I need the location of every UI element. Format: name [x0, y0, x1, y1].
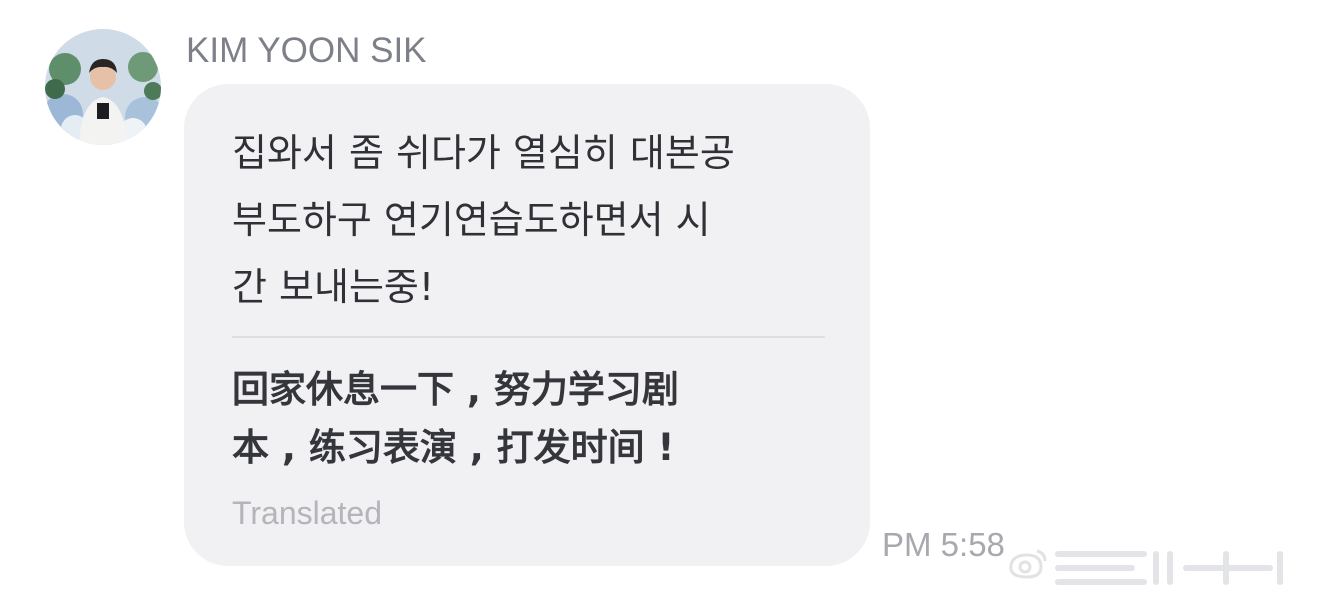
avatar-photo-icon	[45, 29, 161, 145]
weibo-watermark-icon	[1009, 549, 1283, 585]
sender-avatar[interactable]	[45, 29, 161, 145]
translated-label: Translated	[232, 495, 382, 531]
original-message-text: 집와서 좀 쉬다가 열심히 대본공 부도하구 연기연습도하면서 시 간 보내는중…	[232, 131, 735, 309]
translated-message-text: 回家休息一下 , 努力学习剧 本 , 练习表演 , 打发时间 !	[232, 368, 679, 469]
translation-divider	[232, 336, 825, 338]
message-timestamp: PM 5:58	[882, 526, 1005, 563]
message-bubble[interactable]: 집와서 좀 쉬다가 열심히 대본공 부도하구 연기연습도하면서 시 간 보내는중…	[184, 84, 870, 566]
sender-name: KIM YOON SIK	[186, 31, 427, 70]
watermark-logo	[1003, 543, 1293, 591]
